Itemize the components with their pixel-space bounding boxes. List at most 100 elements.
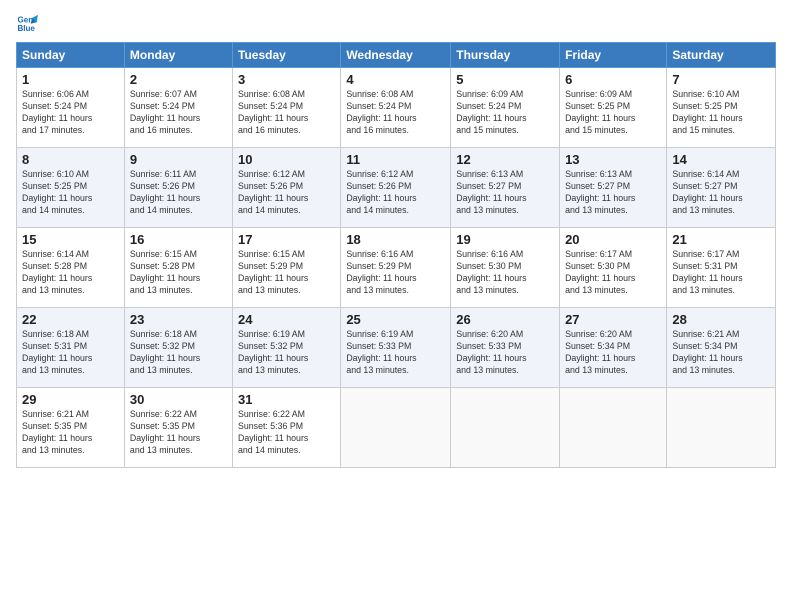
calendar-cell: 25 Sunrise: 6:19 AMSunset: 5:33 PMDayligh… (341, 308, 451, 388)
day-number: 29 (22, 392, 119, 407)
calendar-cell: 13 Sunrise: 6:13 AMSunset: 5:27 PMDayligh… (560, 148, 667, 228)
day-info: Sunrise: 6:21 AMSunset: 5:34 PMDaylight:… (672, 329, 770, 377)
svg-text:Blue: Blue (17, 24, 35, 33)
header-wednesday: Wednesday (341, 43, 451, 68)
calendar-cell: 8 Sunrise: 6:10 AMSunset: 5:25 PMDaylight… (17, 148, 125, 228)
calendar-cell (667, 388, 776, 468)
calendar-cell: 11Sunrise: 6:12 AMSunset: 5:26 PMDayligh… (341, 148, 451, 228)
day-number: 9 (130, 152, 227, 167)
day-info: Sunrise: 6:13 AMSunset: 5:27 PMDaylight:… (456, 169, 554, 217)
calendar-table: SundayMondayTuesdayWednesdayThursdayFrid… (16, 42, 776, 468)
day-number: 26 (456, 312, 554, 327)
calendar-cell (341, 388, 451, 468)
page-header: General Blue (16, 12, 776, 34)
day-number: 18 (346, 232, 445, 247)
calendar-cell: 7 Sunrise: 6:10 AMSunset: 5:25 PMDaylight… (667, 68, 776, 148)
calendar-cell (560, 388, 667, 468)
calendar-cell: 3 Sunrise: 6:08 AMSunset: 5:24 PMDaylight… (233, 68, 341, 148)
header-thursday: Thursday (451, 43, 560, 68)
day-number: 24 (238, 312, 335, 327)
calendar-cell: 19 Sunrise: 6:16 AMSunset: 5:30 PMDayligh… (451, 228, 560, 308)
day-info: Sunrise: 6:17 AMSunset: 5:31 PMDaylight:… (672, 249, 770, 297)
day-number: 5 (456, 72, 554, 87)
day-number: 20 (565, 232, 661, 247)
calendar-cell: 12Sunrise: 6:13 AMSunset: 5:27 PMDayligh… (451, 148, 560, 228)
day-info: Sunrise: 6:14 AMSunset: 5:28 PMDaylight:… (22, 249, 119, 297)
day-info: Sunrise: 6:22 AMSunset: 5:35 PMDaylight:… (130, 409, 227, 457)
calendar-header-row: SundayMondayTuesdayWednesdayThursdayFrid… (17, 43, 776, 68)
calendar-cell: 28Sunrise: 6:21 AMSunset: 5:34 PMDayligh… (667, 308, 776, 388)
day-number: 21 (672, 232, 770, 247)
header-friday: Friday (560, 43, 667, 68)
calendar-cell: 26 Sunrise: 6:20 AMSunset: 5:33 PMDayligh… (451, 308, 560, 388)
day-info: Sunrise: 6:12 AMSunset: 5:26 PMDaylight:… (346, 169, 445, 217)
calendar-cell (451, 388, 560, 468)
day-number: 16 (130, 232, 227, 247)
calendar-cell: 4 Sunrise: 6:08 AMSunset: 5:24 PMDaylight… (341, 68, 451, 148)
calendar-week-3: 15 Sunrise: 6:14 AMSunset: 5:28 PMDayligh… (17, 228, 776, 308)
calendar-cell: 18 Sunrise: 6:16 AMSunset: 5:29 PMDayligh… (341, 228, 451, 308)
calendar-cell: 14 Sunrise: 6:14 AMSunset: 5:27 PMDayligh… (667, 148, 776, 228)
day-number: 10 (238, 152, 335, 167)
day-number: 13 (565, 152, 661, 167)
day-number: 15 (22, 232, 119, 247)
calendar-cell: 29 Sunrise: 6:21 AMSunset: 5:35 PMDayligh… (17, 388, 125, 468)
day-info: Sunrise: 6:22 AMSunset: 5:36 PMDaylight:… (238, 409, 335, 457)
day-info: Sunrise: 6:18 AMSunset: 5:32 PMDaylight:… (130, 329, 227, 377)
day-number: 27 (565, 312, 661, 327)
day-number: 22 (22, 312, 119, 327)
calendar-cell: 27 Sunrise: 6:20 AMSunset: 5:34 PMDayligh… (560, 308, 667, 388)
calendar-cell: 22 Sunrise: 6:18 AMSunset: 5:31 PMDayligh… (17, 308, 125, 388)
calendar-week-5: 29 Sunrise: 6:21 AMSunset: 5:35 PMDayligh… (17, 388, 776, 468)
calendar-cell: 2Sunrise: 6:07 AMSunset: 5:24 PMDaylight… (124, 68, 232, 148)
day-info: Sunrise: 6:09 AMSunset: 5:25 PMDaylight:… (565, 89, 661, 137)
header-saturday: Saturday (667, 43, 776, 68)
day-info: Sunrise: 6:20 AMSunset: 5:33 PMDaylight:… (456, 329, 554, 377)
day-number: 14 (672, 152, 770, 167)
day-number: 3 (238, 72, 335, 87)
day-number: 31 (238, 392, 335, 407)
day-info: Sunrise: 6:13 AMSunset: 5:27 PMDaylight:… (565, 169, 661, 217)
day-number: 19 (456, 232, 554, 247)
day-info: Sunrise: 6:08 AMSunset: 5:24 PMDaylight:… (238, 89, 335, 137)
day-info: Sunrise: 6:16 AMSunset: 5:29 PMDaylight:… (346, 249, 445, 297)
calendar-week-2: 8 Sunrise: 6:10 AMSunset: 5:25 PMDaylight… (17, 148, 776, 228)
day-number: 23 (130, 312, 227, 327)
calendar-cell: 24 Sunrise: 6:19 AMSunset: 5:32 PMDayligh… (233, 308, 341, 388)
day-info: Sunrise: 6:20 AMSunset: 5:34 PMDaylight:… (565, 329, 661, 377)
day-number: 4 (346, 72, 445, 87)
calendar-cell: 30 Sunrise: 6:22 AMSunset: 5:35 PMDayligh… (124, 388, 232, 468)
calendar-cell: 6 Sunrise: 6:09 AMSunset: 5:25 PMDaylight… (560, 68, 667, 148)
day-info: Sunrise: 6:18 AMSunset: 5:31 PMDaylight:… (22, 329, 119, 377)
day-number: 30 (130, 392, 227, 407)
day-number: 7 (672, 72, 770, 87)
day-info: Sunrise: 6:06 AMSunset: 5:24 PMDaylight:… (22, 89, 119, 137)
day-info: Sunrise: 6:10 AMSunset: 5:25 PMDaylight:… (22, 169, 119, 217)
calendar-cell: 23 Sunrise: 6:18 AMSunset: 5:32 PMDayligh… (124, 308, 232, 388)
day-number: 2 (130, 72, 227, 87)
day-info: Sunrise: 6:08 AMSunset: 5:24 PMDaylight:… (346, 89, 445, 137)
calendar-cell: 15 Sunrise: 6:14 AMSunset: 5:28 PMDayligh… (17, 228, 125, 308)
day-info: Sunrise: 6:09 AMSunset: 5:24 PMDaylight:… (456, 89, 554, 137)
day-info: Sunrise: 6:14 AMSunset: 5:27 PMDaylight:… (672, 169, 770, 217)
day-info: Sunrise: 6:19 AMSunset: 5:33 PMDaylight:… (346, 329, 445, 377)
day-number: 25 (346, 312, 445, 327)
day-info: Sunrise: 6:10 AMSunset: 5:25 PMDaylight:… (672, 89, 770, 137)
header-sunday: Sunday (17, 43, 125, 68)
day-number: 1 (22, 72, 119, 87)
day-info: Sunrise: 6:16 AMSunset: 5:30 PMDaylight:… (456, 249, 554, 297)
day-number: 6 (565, 72, 661, 87)
day-info: Sunrise: 6:19 AMSunset: 5:32 PMDaylight:… (238, 329, 335, 377)
day-info: Sunrise: 6:11 AMSunset: 5:26 PMDaylight:… (130, 169, 227, 217)
day-number: 8 (22, 152, 119, 167)
day-info: Sunrise: 6:21 AMSunset: 5:35 PMDaylight:… (22, 409, 119, 457)
calendar-cell: 20Sunrise: 6:17 AMSunset: 5:30 PMDayligh… (560, 228, 667, 308)
calendar-week-1: 1 Sunrise: 6:06 AMSunset: 5:24 PMDaylight… (17, 68, 776, 148)
logo-icon: General Blue (16, 12, 38, 34)
day-info: Sunrise: 6:15 AMSunset: 5:29 PMDaylight:… (238, 249, 335, 297)
calendar-cell: 5 Sunrise: 6:09 AMSunset: 5:24 PMDaylight… (451, 68, 560, 148)
calendar-cell: 9 Sunrise: 6:11 AMSunset: 5:26 PMDaylight… (124, 148, 232, 228)
calendar-cell: 17Sunrise: 6:15 AMSunset: 5:29 PMDayligh… (233, 228, 341, 308)
calendar-cell: 16Sunrise: 6:15 AMSunset: 5:28 PMDayligh… (124, 228, 232, 308)
logo: General Blue (16, 12, 42, 34)
